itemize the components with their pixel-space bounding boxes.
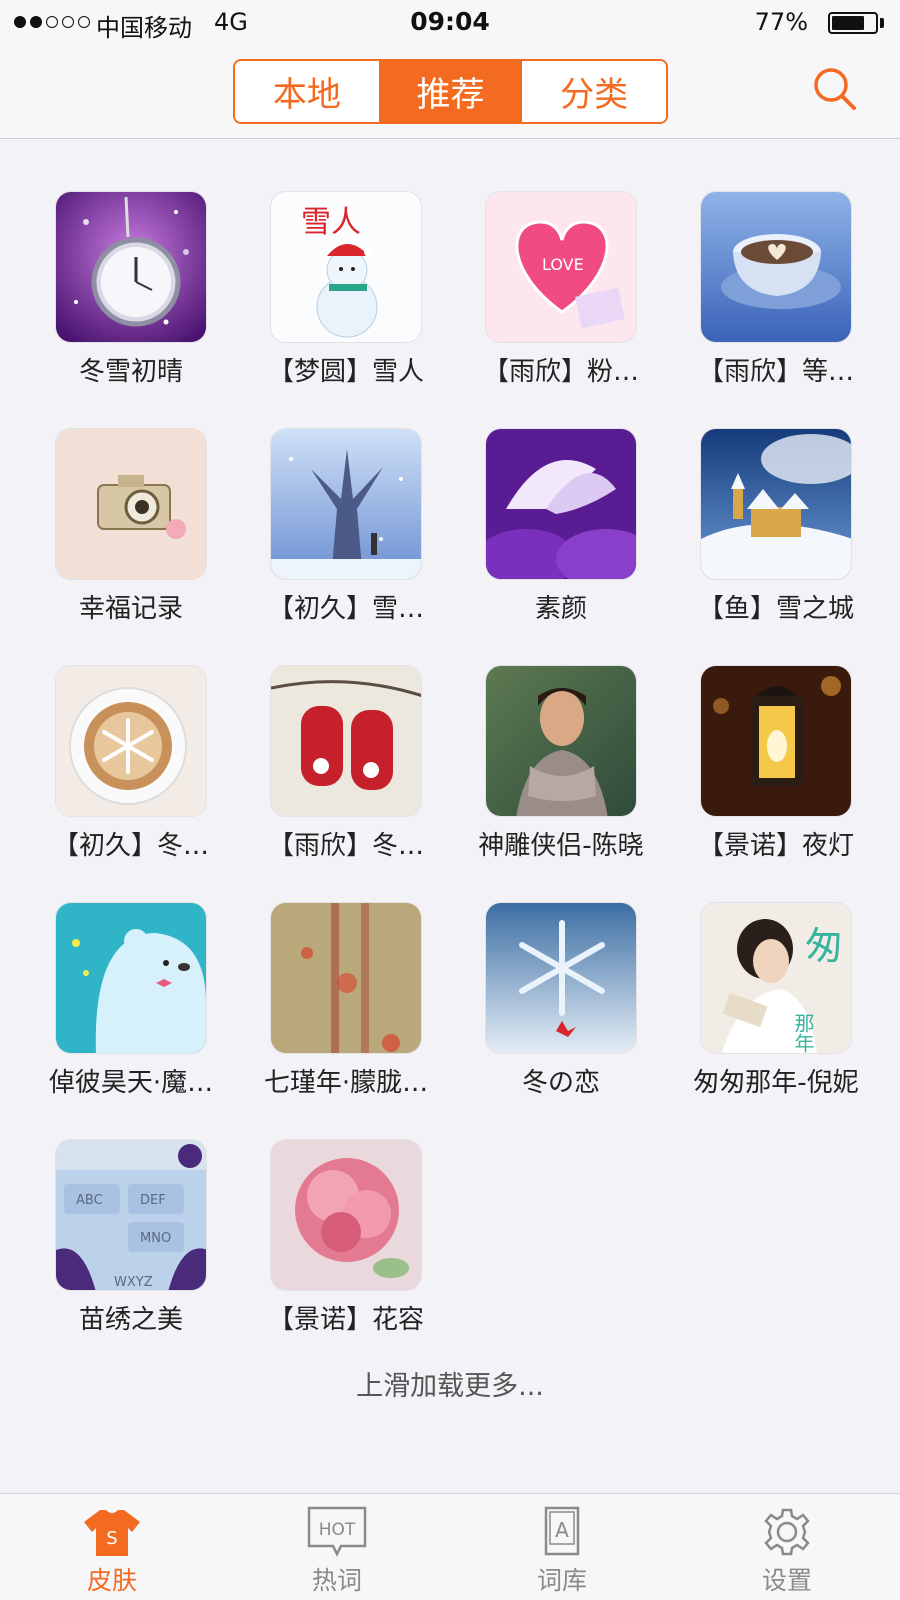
skin-item[interactable]: 【景诺】花容 bbox=[215, 1139, 430, 1349]
key-mno: MNO bbox=[140, 1231, 171, 1246]
skin-item[interactable]: 素颜 bbox=[430, 428, 645, 638]
tab-hot-words[interactable]: HOT 热词 bbox=[277, 1494, 397, 1600]
heart-text: LOVE bbox=[542, 255, 584, 274]
key-abc: ABC bbox=[76, 1193, 103, 1208]
svg-text:A: A bbox=[555, 1518, 569, 1542]
skin-thumbnail-latte bbox=[55, 665, 207, 817]
skin-thumbnail-snowman: 雪人 bbox=[270, 191, 422, 343]
skin-thumbnail-camera bbox=[55, 428, 207, 580]
skin-label: 【鱼】雪之城 bbox=[697, 594, 854, 624]
skin-thumbnail-pink-heart: LOVE bbox=[485, 191, 637, 343]
svg-text:HOT: HOT bbox=[319, 1520, 356, 1540]
reading-girl-subtitle: 那年 bbox=[791, 1013, 815, 1053]
load-more-hint: 上滑加载更多... bbox=[356, 1371, 544, 1402]
skin-thumbnail-blur-lights bbox=[270, 902, 422, 1054]
skin-label: 【景诺】夜灯 bbox=[697, 831, 854, 861]
skin-item[interactable]: 【鱼】雪之城 bbox=[645, 428, 860, 638]
skin-thumbnail-snow-castle bbox=[700, 428, 852, 580]
snowman-title: 雪人 bbox=[301, 205, 361, 240]
skin-label: 【景诺】花容 bbox=[267, 1305, 424, 1335]
status-bar: 中国移动 4G 09:04 77% bbox=[0, 0, 900, 46]
battery-percent: 77% bbox=[754, 8, 808, 36]
skin-item[interactable]: 【雨欣】冬… bbox=[215, 665, 430, 875]
skin-item[interactable]: ABC DEF MNO WXYZ 苗绣之美 bbox=[0, 1139, 215, 1349]
skin-thumbnail-reading-girl: 匆 那年 bbox=[700, 902, 852, 1054]
tab-local[interactable]: 本地 bbox=[235, 61, 379, 122]
reading-girl-title: 匆 bbox=[805, 924, 843, 968]
skin-item[interactable]: 冬雪初晴 bbox=[0, 191, 215, 401]
skin-label: 【雨欣】等… bbox=[697, 357, 854, 387]
skin-item[interactable]: LOVE 【雨欣】粉… bbox=[430, 191, 645, 401]
shirt-icon: S bbox=[84, 1510, 140, 1556]
skin-thumbnail-keyboard-preview: ABC DEF MNO WXYZ bbox=[55, 1139, 207, 1291]
skin-item[interactable]: 【雨欣】等… bbox=[645, 191, 860, 401]
skin-item[interactable]: 幸福记录 bbox=[0, 428, 215, 638]
skin-item[interactable]: 倬彼昊天·魔… bbox=[0, 902, 215, 1112]
tab-recommended[interactable]: 推荐 bbox=[378, 61, 523, 122]
segmented-control: 本地 推荐 分类 bbox=[233, 59, 668, 124]
skin-thumbnail-blue-bear bbox=[55, 902, 207, 1054]
skin-label: 神雕侠侣-陈晓 bbox=[478, 831, 644, 861]
skin-item[interactable]: 冬の恋 bbox=[430, 902, 645, 1112]
skin-item[interactable]: 七瑾年·朦胧… bbox=[215, 902, 430, 1112]
skin-label: 匆匆那年-倪妮 bbox=[693, 1068, 859, 1098]
skin-item[interactable]: 【初久】雪… bbox=[215, 428, 430, 638]
skin-label: 七瑾年·朦胧… bbox=[263, 1068, 429, 1098]
svg-text:S: S bbox=[106, 1528, 117, 1549]
tab-skin[interactable]: S 皮肤 bbox=[52, 1494, 172, 1600]
skin-thumbnail-purple-flower bbox=[485, 428, 637, 580]
tab-settings[interactable]: 设置 bbox=[727, 1494, 847, 1600]
skin-thumbnail-lantern bbox=[700, 665, 852, 817]
tab-label: 皮肤 bbox=[86, 1566, 137, 1595]
skin-label: 【梦圆】雪人 bbox=[267, 357, 424, 387]
skin-label: 【雨欣】冬… bbox=[267, 831, 424, 861]
skin-label: 倬彼昊天·魔… bbox=[48, 1068, 214, 1098]
skin-item[interactable]: 【景诺】夜灯 bbox=[645, 665, 860, 875]
skin-label: 冬の恋 bbox=[521, 1068, 600, 1098]
battery-icon bbox=[828, 12, 878, 34]
skin-label: 素颜 bbox=[534, 594, 587, 624]
skin-item[interactable]: 匆 那年 匆匆那年-倪妮 bbox=[645, 902, 860, 1112]
skin-label: 冬雪初晴 bbox=[78, 357, 183, 387]
key-wxyz: WXYZ bbox=[114, 1275, 153, 1290]
skin-label: 【初久】雪… bbox=[267, 594, 424, 624]
hot-icon: HOT bbox=[307, 1506, 367, 1557]
tab-label: 设置 bbox=[761, 1566, 812, 1595]
tab-category[interactable]: 分类 bbox=[522, 61, 666, 122]
skin-thumbnail-portrait-man bbox=[485, 665, 637, 817]
skin-label: 【雨欣】粉… bbox=[482, 357, 639, 387]
key-def: DEF bbox=[140, 1193, 166, 1208]
skin-label: 幸福记录 bbox=[78, 594, 183, 624]
skin-thumbnail-snowflake bbox=[485, 902, 637, 1054]
skin-thumbnail-red-mittens bbox=[270, 665, 422, 817]
bottom-tab-bar: S 皮肤 HOT 热词 A 词库 设置 bbox=[0, 1493, 900, 1600]
skin-thumbnail-pocket-watch bbox=[55, 191, 207, 343]
skin-item[interactable]: 雪人 【梦圆】雪人 bbox=[215, 191, 430, 401]
skin-thumbnail-carnation bbox=[270, 1139, 422, 1291]
tab-label: 词库 bbox=[536, 1566, 587, 1595]
search-icon bbox=[814, 68, 856, 110]
header: 本地 推荐 分类 bbox=[0, 46, 900, 139]
skin-label: 【初久】冬… bbox=[52, 831, 209, 861]
search-button[interactable] bbox=[812, 66, 858, 112]
skin-label: 苗绣之美 bbox=[78, 1305, 183, 1335]
skin-thumbnail-snow-tree bbox=[270, 428, 422, 580]
tab-dictionary[interactable]: A 词库 bbox=[502, 1494, 622, 1600]
skin-item[interactable]: 【初久】冬… bbox=[0, 665, 215, 875]
skin-thumbnail-coffee-cup bbox=[700, 191, 852, 343]
gear-icon bbox=[764, 1508, 810, 1556]
dictionary-icon: A bbox=[544, 1506, 580, 1556]
tab-label: 热词 bbox=[311, 1566, 362, 1595]
skin-item[interactable]: 神雕侠侣-陈晓 bbox=[430, 665, 645, 875]
